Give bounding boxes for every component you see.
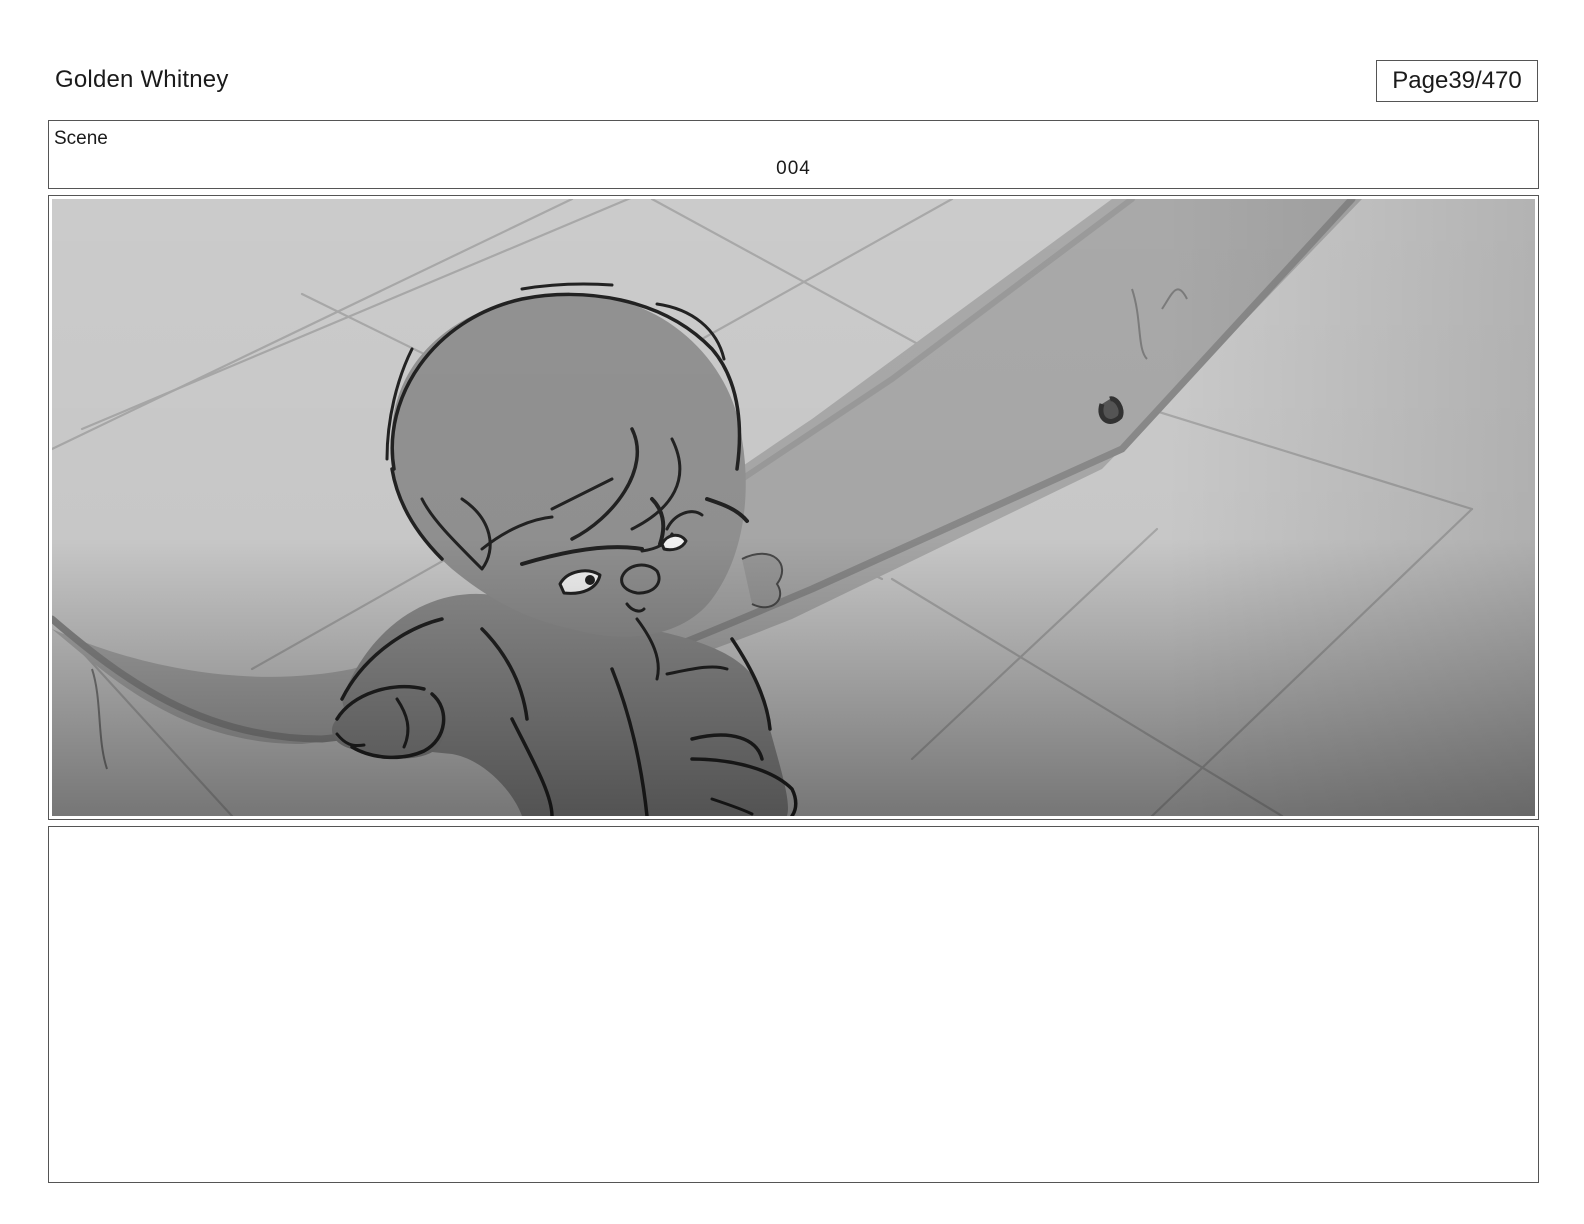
- sketch-side-shade: [52, 199, 1535, 816]
- panel-notes[interactable]: [48, 826, 1539, 1183]
- project-title: Golden Whitney: [55, 66, 229, 93]
- storyboard-sketch: [52, 199, 1535, 816]
- page-number: 39/470: [1448, 67, 1522, 94]
- storyboard-panel: [48, 195, 1539, 820]
- page-label: Page: [1392, 67, 1449, 94]
- scene-field: Scene 004: [48, 120, 1539, 189]
- scene-number: 004: [776, 158, 811, 179]
- page-indicator: Page 39/470: [1376, 60, 1538, 102]
- scene-label: Scene: [54, 128, 108, 149]
